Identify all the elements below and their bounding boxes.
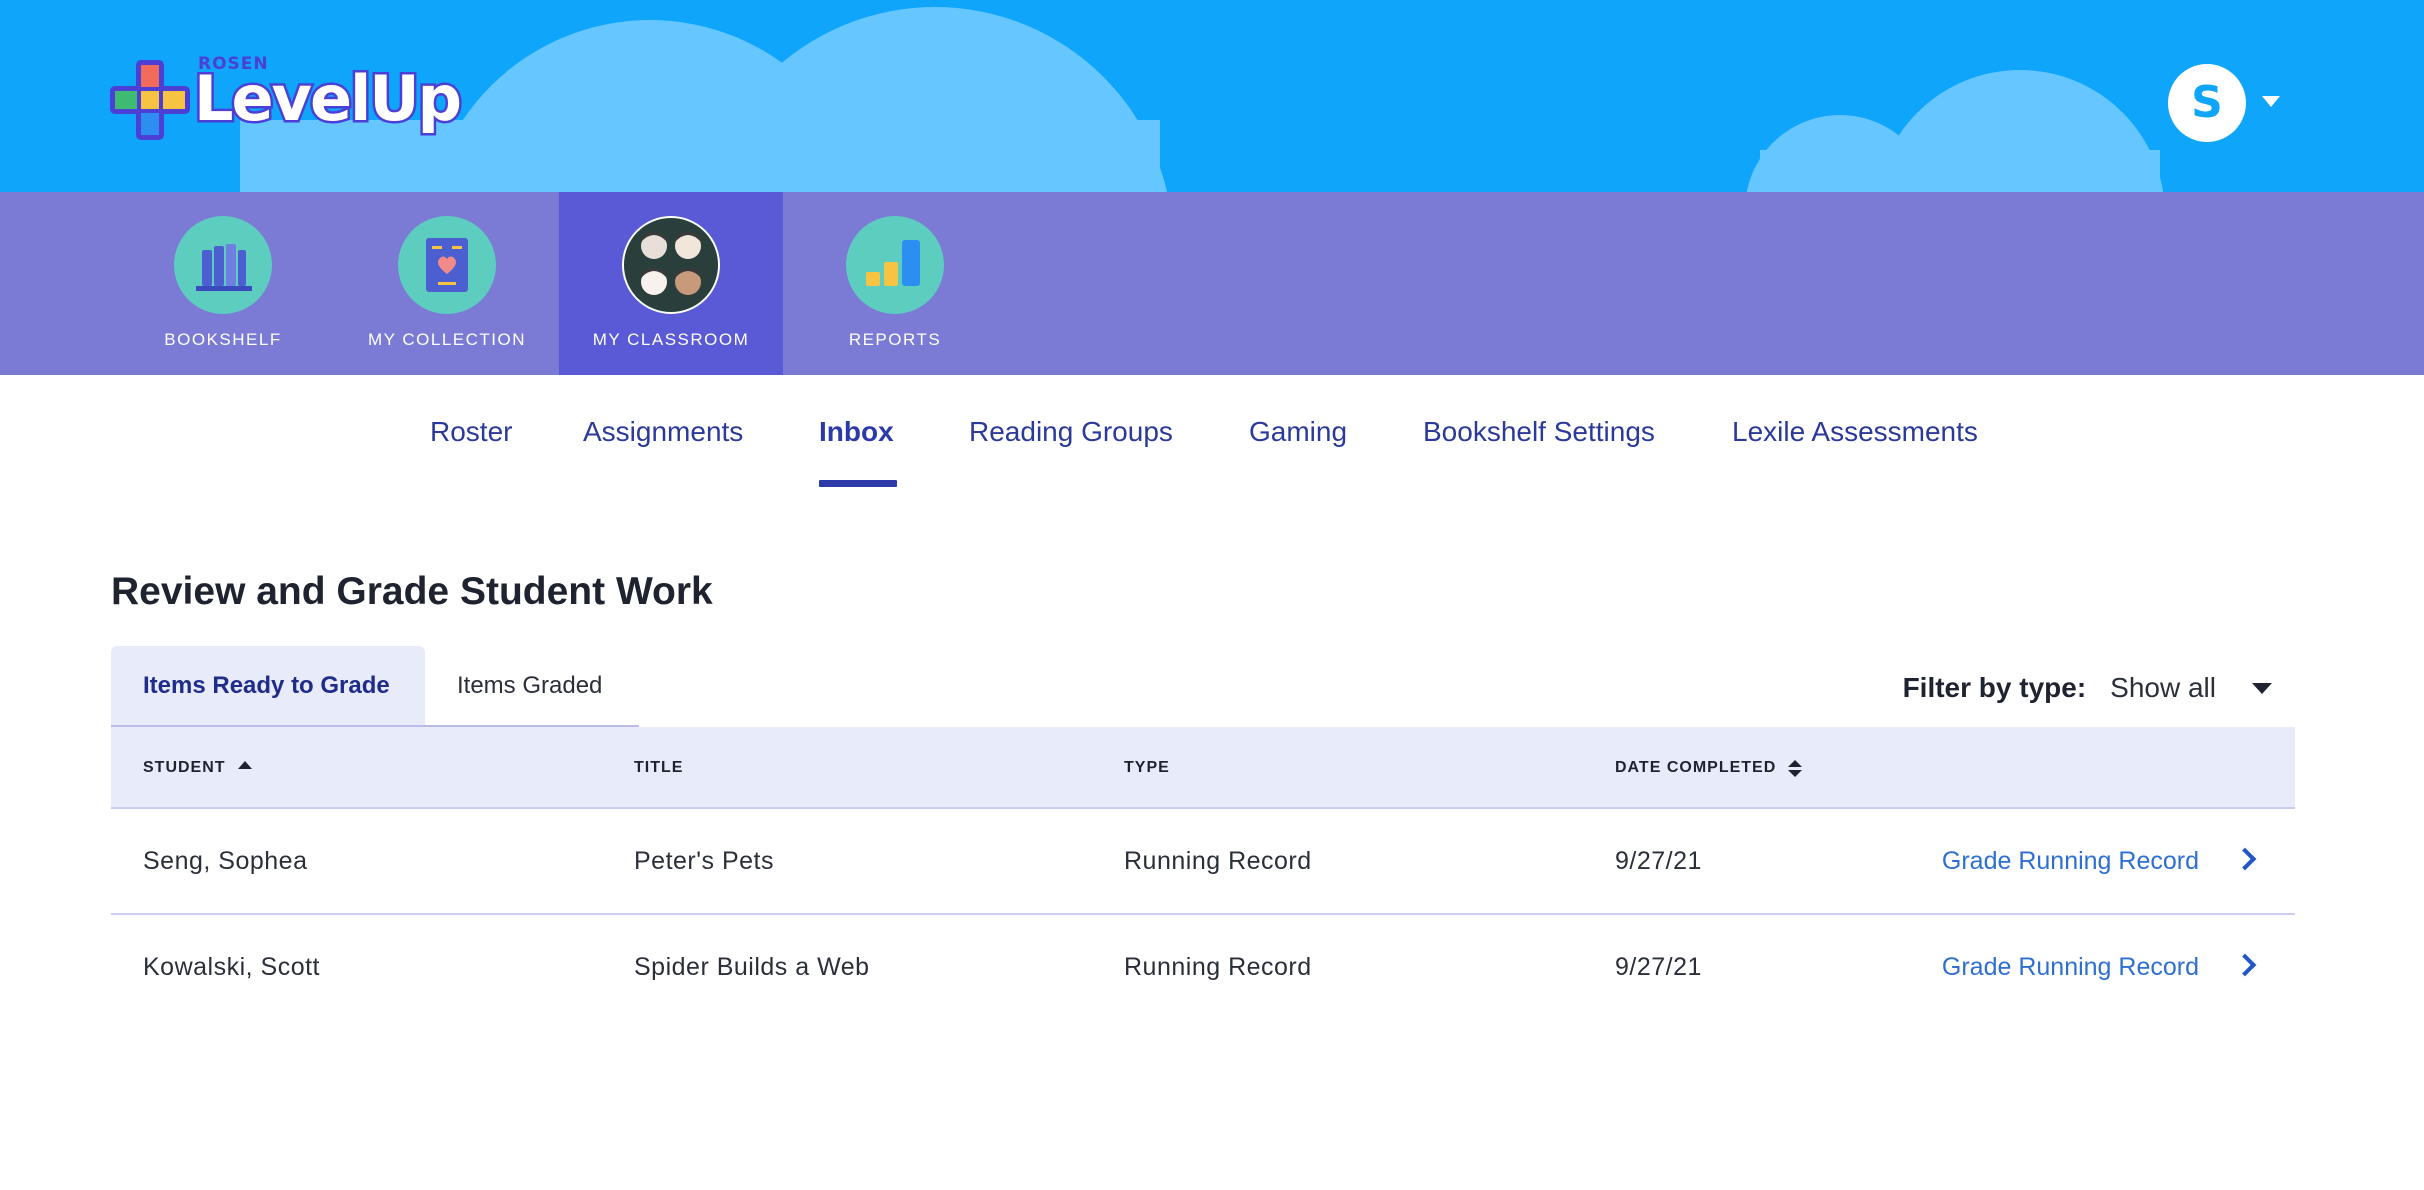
type-filter[interactable]: Filter by type: Show all: [1903, 668, 2272, 708]
sort-icon[interactable]: [1788, 759, 1803, 777]
tab-items-ready-to-grade[interactable]: Items Ready to Grade: [111, 646, 425, 725]
cell-student: Kowalski, Scott: [143, 953, 321, 981]
grade-running-record-link[interactable]: Grade Running Record: [1942, 953, 2199, 982]
nav-label-my-classroom: MY CLASSROOM: [592, 330, 750, 349]
classroom-subnav: Roster Assignments Inbox Reading Groups …: [0, 400, 2424, 490]
chevron-down-icon[interactable]: [2252, 682, 2272, 694]
table-header: STUDENT TITLE TYPE DATE COMPLETED: [111, 727, 2295, 809]
cell-type: Running Record: [1124, 847, 1312, 875]
inbox-table: STUDENT TITLE TYPE DATE COMPLETED Seng, …: [111, 727, 2295, 1021]
nav-item-reports[interactable]: REPORTS: [783, 192, 1007, 375]
app-header: ROSEN LevelUp S: [0, 0, 2424, 192]
nav-item-my-classroom[interactable]: MY CLASSROOM: [559, 192, 783, 375]
filter-label: Filter by type:: [1902, 672, 2087, 703]
table-row: Kowalski, Scott Spider Builds a Web Runn…: [111, 915, 2295, 1021]
tab-inbox[interactable]: Inbox: [819, 416, 894, 448]
bookshelf-icon: [174, 216, 272, 314]
column-header-student[interactable]: STUDENT: [143, 759, 252, 777]
account-menu-caret-icon[interactable]: [2262, 96, 2280, 107]
active-tab-indicator: [819, 480, 897, 487]
page-title: Review and Grade Student Work: [111, 570, 713, 613]
nav-label-reports: REPORTS: [848, 330, 942, 349]
table-row: Seng, Sophea Peter's Pets Running Record…: [111, 809, 2295, 915]
levelup-logo[interactable]: ROSEN LevelUp: [108, 52, 488, 152]
column-label-student: STUDENT: [143, 759, 226, 776]
chevron-right-icon[interactable]: [2233, 847, 2257, 871]
book-heart-icon: [398, 216, 496, 314]
user-avatar[interactable]: S: [2168, 64, 2246, 142]
cell-date-completed: 9/27/21: [1615, 953, 1702, 981]
chevron-right-icon[interactable]: [2233, 953, 2257, 977]
tab-gaming[interactable]: Gaming: [1249, 416, 1347, 448]
students-icon: [622, 216, 720, 314]
main-nav: BOOKSHELF MY COLLECTION MY CLASSROOM REP…: [0, 192, 2424, 375]
nav-label-bookshelf: BOOKSHELF: [164, 330, 282, 349]
cell-title: Peter's Pets: [634, 847, 774, 875]
tab-assignments[interactable]: Assignments: [583, 416, 743, 448]
nav-item-bookshelf[interactable]: BOOKSHELF: [111, 192, 335, 375]
tab-lexile-assessments[interactable]: Lexile Assessments: [1732, 416, 1978, 448]
tab-roster[interactable]: Roster: [430, 416, 512, 448]
tab-bookshelf-settings[interactable]: Bookshelf Settings: [1423, 416, 1655, 448]
cell-title: Spider Builds a Web: [634, 953, 870, 981]
grade-running-record-link[interactable]: Grade Running Record: [1942, 847, 2199, 876]
nav-item-my-collection[interactable]: MY COLLECTION: [335, 192, 559, 375]
bar-chart-icon: [846, 216, 944, 314]
column-header-title: TITLE: [634, 759, 684, 776]
column-header-type: TYPE: [1124, 759, 1170, 776]
filter-select-value[interactable]: Show all: [2110, 672, 2216, 704]
grading-tabs: Items Ready to Grade Items Graded: [111, 646, 639, 727]
cell-student: Seng, Sophea: [143, 847, 308, 875]
cell-type: Running Record: [1124, 953, 1312, 981]
column-label-date-completed: DATE COMPLETED: [1615, 759, 1777, 776]
tab-items-graded[interactable]: Items Graded: [425, 646, 639, 725]
plus-logo-icon: [110, 60, 190, 140]
cell-date-completed: 9/27/21: [1615, 847, 1702, 875]
column-header-date-completed[interactable]: DATE COMPLETED: [1615, 759, 1803, 777]
tab-reading-groups[interactable]: Reading Groups: [969, 416, 1173, 448]
sort-ascending-icon[interactable]: [237, 761, 252, 769]
nav-label-my-collection: MY COLLECTION: [367, 330, 527, 349]
logo-product-text: LevelUp: [192, 62, 465, 135]
